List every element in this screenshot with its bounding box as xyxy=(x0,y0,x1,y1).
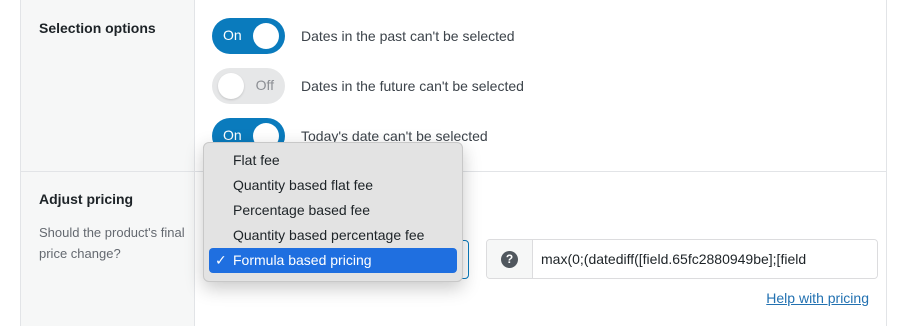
dropdown-option-formula-pricing[interactable]: ✓ Formula based pricing xyxy=(209,248,457,273)
adjust-pricing-description: Should the product's final price change? xyxy=(39,225,185,261)
past-dates-text: Dates in the past can't be selected xyxy=(301,28,515,44)
dropdown-option-percentage-fee[interactable]: Percentage based fee xyxy=(209,198,457,223)
settings-panel: Selection options On Dates in the past c… xyxy=(20,0,887,326)
selection-options-title: Selection options xyxy=(39,20,156,36)
checkmark-icon: ✓ xyxy=(215,252,227,268)
adjust-pricing-title: Adjust pricing xyxy=(39,191,134,207)
toggle-row-future: Off Dates in the future can't be selecte… xyxy=(212,68,524,104)
formula-input-group: ? max(0;(datediff([field.65fc2880949be];… xyxy=(486,239,878,279)
dropdown-option-quantity-percentage-fee[interactable]: Quantity based percentage fee xyxy=(209,223,457,248)
past-dates-toggle[interactable]: On xyxy=(212,18,285,54)
toggle-state-label: Off xyxy=(255,77,274,93)
pricing-type-dropdown-menu: Flat fee Quantity based flat fee Percent… xyxy=(203,142,463,282)
question-icon: ? xyxy=(501,250,518,268)
toggle-knob xyxy=(218,73,244,99)
help-with-pricing-link[interactable]: Help with pricing xyxy=(766,290,869,306)
toggle-knob xyxy=(253,23,279,49)
formula-help-addon[interactable]: ? xyxy=(487,240,533,278)
dropdown-option-label: Formula based pricing xyxy=(233,252,372,268)
future-dates-toggle[interactable]: Off xyxy=(212,68,285,104)
formula-input[interactable]: max(0;(datediff([field.65fc2880949be];[f… xyxy=(533,240,877,278)
label-column xyxy=(21,0,195,326)
dropdown-option-flat-fee[interactable]: Flat fee xyxy=(209,148,457,173)
toggle-state-label: On xyxy=(223,27,242,43)
dropdown-option-quantity-flat-fee[interactable]: Quantity based flat fee xyxy=(209,173,457,198)
toggle-row-past: On Dates in the past can't be selected xyxy=(212,18,515,54)
toggle-state-label: On xyxy=(223,127,242,143)
future-dates-text: Dates in the future can't be selected xyxy=(301,78,524,94)
